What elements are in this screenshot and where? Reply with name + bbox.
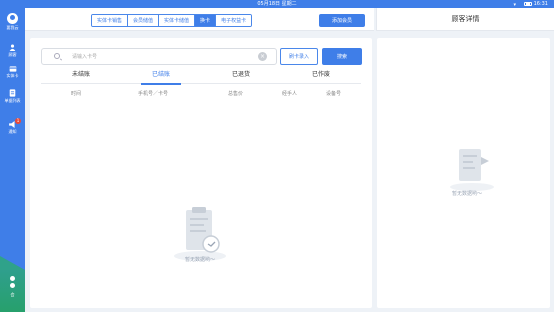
- battery-icon: [524, 2, 532, 6]
- tab-change-card[interactable]: 换卡: [195, 15, 217, 26]
- detail-panel-title: 顾客详情: [376, 8, 554, 31]
- sidebar-bottom-label: 会: [10, 292, 15, 297]
- add-member-button[interactable]: 添加会员: [319, 14, 365, 27]
- tab-e-benefit-card[interactable]: 电子权益卡: [216, 15, 252, 26]
- column-header: 时间: [71, 91, 82, 97]
- sidebar-item-orders[interactable]: 单据列表: [0, 89, 25, 104]
- column-header: 手机号／卡号: [138, 91, 169, 97]
- status-date: 05月18日 星期二: [257, 1, 297, 7]
- sidebar-item-label: 顾客: [8, 52, 17, 57]
- search-box: ×: [41, 48, 277, 65]
- search-icon: [54, 53, 60, 59]
- sidebar-item-label: 通知: [8, 129, 17, 134]
- sidebar-item-card[interactable]: 实体卡: [0, 66, 25, 79]
- search-button[interactable]: 搜索: [322, 48, 362, 65]
- order-status-tabs: 未结账 已结账 已退货 已作废: [41, 68, 361, 85]
- column-header: 设备号: [326, 91, 342, 97]
- notification-badge: 1: [15, 118, 21, 124]
- tab-settled[interactable]: 已结账: [121, 68, 201, 85]
- sidebar-bottom-menu[interactable]: 会: [0, 256, 25, 312]
- card-icon: [9, 66, 16, 72]
- tab-card-recharge[interactable]: 实体卡储值: [159, 15, 196, 26]
- avatar-icon: [7, 13, 18, 24]
- sidebar-item-notify[interactable]: 1 通知: [0, 118, 25, 135]
- search-input[interactable]: [72, 51, 252, 62]
- menu-dot-icon: [10, 283, 15, 288]
- sidebar-brand-label: 要我云: [6, 25, 19, 30]
- sidebar-item-customer[interactable]: 顾客: [0, 44, 25, 58]
- detail-empty-text: 暂无数据哟～: [451, 191, 482, 197]
- tab-unsettled[interactable]: 未结账: [41, 68, 121, 84]
- tab-card-sale[interactable]: 实体卡销售: [92, 15, 129, 26]
- swipe-card-button[interactable]: 刷卡录入: [280, 48, 318, 65]
- status-time: 16:31: [533, 1, 548, 7]
- function-tabs: 实体卡销售 会员储值 实体卡储值 换卡 电子权益卡: [91, 14, 253, 27]
- document-icon: [9, 89, 16, 97]
- tab-member-recharge[interactable]: 会员储值: [128, 15, 160, 26]
- tab-voided[interactable]: 已作废: [281, 68, 361, 84]
- status-bar: 05月18日 星期二 ▾ 16:31: [0, 0, 554, 8]
- empty-receipt-icon: [450, 149, 494, 191]
- sidebar-item-label: 实体卡: [6, 73, 19, 78]
- column-header: 经手人: [282, 91, 298, 97]
- menu-dot-icon: [10, 276, 15, 281]
- tab-returned[interactable]: 已退货: [201, 68, 281, 84]
- empty-clipboard-icon: [174, 207, 226, 261]
- user-icon: [9, 44, 16, 51]
- table-header: 时间 手机号／卡号 总售价 经手人 设备号: [41, 90, 361, 100]
- top-toolbar: 实体卡销售 会员储值 实体卡储值 换卡 电子权益卡 添加会员: [25, 8, 374, 31]
- sidebar-brand[interactable]: 要我云: [0, 13, 25, 31]
- clear-icon[interactable]: ×: [258, 52, 267, 61]
- empty-state-text: 暂无数据哟～: [184, 257, 215, 263]
- column-header: 总售价: [228, 91, 244, 97]
- sidebar: 要我云 顾客 实体卡 单据列表 1 通知 会: [0, 8, 25, 312]
- sidebar-item-label: 单据列表: [4, 98, 21, 103]
- orders-panel: × 刷卡录入 搜索 未结账 已结账 已退货 已作废 时间 手机号／卡号 总售价 …: [30, 38, 372, 308]
- customer-detail-panel: 暂无数据哟～: [377, 38, 550, 308]
